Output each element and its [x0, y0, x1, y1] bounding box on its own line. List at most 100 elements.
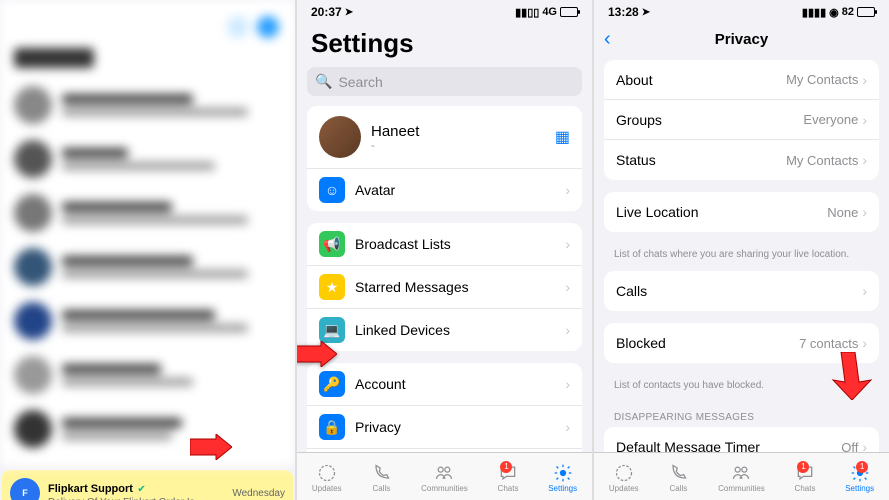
- privacy-label: Privacy: [355, 419, 565, 435]
- phone-settings: 20:37 ➤ ▮▮▯▯ 4G Settings 🔍 Search Haneet…: [296, 0, 593, 500]
- nav-title: Privacy: [715, 31, 768, 48]
- tab-calls[interactable]: Calls: [371, 463, 391, 493]
- chevron-icon: ›: [565, 236, 570, 252]
- chevron-icon: ›: [862, 72, 867, 88]
- chats-row[interactable]: 💬Chats1›: [307, 449, 582, 452]
- starred-label: Starred Messages: [355, 279, 565, 295]
- battery-icon: [857, 7, 875, 17]
- network-label: 4G: [542, 6, 557, 18]
- chevron-icon: ›: [862, 283, 867, 299]
- tab-chats-badge: 1: [500, 461, 512, 473]
- chevron-icon: ›: [565, 419, 570, 435]
- privacy-scroll[interactable]: AboutMy Contacts› GroupsEveryone › Status…: [594, 56, 889, 452]
- broadcast-icon: 📢: [319, 231, 345, 257]
- qr-icon[interactable]: ▦: [555, 127, 570, 147]
- chevron-icon: ›: [565, 376, 570, 392]
- tab-label: Updates: [312, 484, 342, 493]
- groups-label: Groups: [616, 112, 803, 128]
- search-icon: 🔍: [315, 73, 332, 90]
- privacy-row[interactable]: 🔒Privacy›: [307, 406, 582, 449]
- wifi-icon: ◉: [829, 6, 839, 19]
- battery-icon: [560, 7, 578, 17]
- blocked-label: Blocked: [616, 335, 799, 351]
- tab-communities[interactable]: Communities: [718, 463, 765, 493]
- starred-row[interactable]: ★ Starred Messages›: [307, 266, 582, 309]
- avatar-icon: ☺: [319, 177, 345, 203]
- chevron-icon: ›: [565, 279, 570, 295]
- status-time: 13:28: [608, 5, 639, 19]
- star-icon: ★: [319, 274, 345, 300]
- blocked-value: 7 contacts: [799, 336, 858, 351]
- phone-privacy: 13:28 ➤ ▮▮▮▮ ◉ 82 ‹ Privacy AboutMy Cont…: [593, 0, 889, 500]
- tab-communities[interactable]: Communities: [421, 463, 468, 493]
- blocked-row[interactable]: Blocked7 contacts ›: [604, 323, 879, 363]
- live-location-footer: List of chats where you are sharing your…: [594, 244, 889, 271]
- tab-label: Updates: [609, 484, 639, 493]
- linked-label: Linked Devices: [355, 322, 565, 338]
- groups-value: Everyone: [803, 112, 858, 127]
- tab-updates[interactable]: Updates: [609, 463, 639, 493]
- status-time: 20:37: [311, 5, 342, 19]
- tab-label: Communities: [421, 484, 468, 493]
- broadcast-label: Broadcast Lists: [355, 236, 565, 252]
- profile-row[interactable]: Haneet - ▦: [307, 106, 582, 169]
- avatar-row[interactable]: ☺ Avatar ›: [307, 169, 582, 211]
- disappearing-header: DISAPPEARING MESSAGES: [594, 402, 889, 427]
- timer-label: Default Message Timer: [616, 439, 841, 452]
- tab-label: Settings: [548, 484, 577, 493]
- chevron-icon: ›: [565, 322, 570, 338]
- linked-row[interactable]: 💻Linked Devices›: [307, 309, 582, 351]
- chevron-icon: ›: [862, 439, 867, 452]
- tab-chats-badge: 1: [797, 461, 809, 473]
- status-bar: 20:37 ➤ ▮▮▯▯ 4G: [297, 0, 592, 22]
- nav-header: ‹ Privacy: [594, 22, 889, 56]
- groups-row[interactable]: GroupsEveryone ›: [604, 100, 879, 140]
- tab-label: Settings: [845, 484, 874, 493]
- location-icon: ➤: [345, 7, 353, 18]
- flipkart-subtitle: Delivery Of Your Flipkart Order Is...: [48, 497, 224, 500]
- live-location-label: Live Location: [616, 204, 827, 220]
- flipkart-support-card[interactable]: F Flipkart Support ✔ Delivery Of Your Fl…: [2, 470, 293, 500]
- chevron-icon: ›: [862, 335, 867, 351]
- settings-scroll[interactable]: Settings 🔍 Search Haneet - ▦ ☺ Avatar: [297, 22, 592, 452]
- profile-sub: -: [371, 140, 555, 152]
- broadcast-row[interactable]: 📢 Broadcast Lists›: [307, 223, 582, 266]
- tab-chats[interactable]: Chats 1: [795, 463, 816, 493]
- account-row[interactable]: 🔑Account›: [307, 363, 582, 406]
- about-label: About: [616, 72, 786, 88]
- tab-bar: Updates Calls Communities Chats 1 Setting…: [297, 452, 592, 500]
- tab-calls[interactable]: Calls: [668, 463, 688, 493]
- signal-icon: ▮▮▯▯: [515, 6, 539, 19]
- search-placeholder: Search: [338, 74, 382, 90]
- chevron-icon: ›: [862, 112, 867, 128]
- calls-label: Calls: [616, 283, 862, 299]
- back-button[interactable]: ‹: [604, 28, 611, 51]
- tab-chats[interactable]: Chats 1: [498, 463, 519, 493]
- chevron-icon: ›: [862, 204, 867, 220]
- flipkart-title: Flipkart Support: [48, 483, 133, 495]
- about-row[interactable]: AboutMy Contacts›: [604, 60, 879, 100]
- tab-label: Chats: [795, 484, 816, 493]
- signal-icon: ▮▮▮▮: [802, 6, 826, 19]
- tab-settings[interactable]: Settings1: [845, 463, 874, 493]
- chevron-icon: ›: [862, 152, 867, 168]
- profile-avatar: [319, 116, 361, 158]
- default-timer-row[interactable]: Default Message TimerOff›: [604, 427, 879, 452]
- blocked-footer: List of contacts you have blocked.: [594, 375, 889, 402]
- live-location-value: None: [827, 205, 858, 220]
- battery-percent: 82: [842, 6, 854, 18]
- calls-row[interactable]: Calls›: [604, 271, 879, 311]
- search-input[interactable]: 🔍 Search: [307, 67, 582, 96]
- location-icon: ➤: [642, 7, 650, 18]
- tab-updates[interactable]: Updates: [312, 463, 342, 493]
- tab-settings[interactable]: Settings: [548, 463, 577, 493]
- avatar-label: Avatar: [355, 182, 565, 198]
- verified-icon: ✔: [137, 484, 145, 495]
- tab-label: Chats: [498, 484, 519, 493]
- live-location-row[interactable]: Live LocationNone ›: [604, 192, 879, 232]
- status-row[interactable]: StatusMy Contacts›: [604, 140, 879, 180]
- page-title: Settings: [297, 22, 592, 67]
- flipkart-day: Wednesday: [232, 488, 285, 499]
- tab-bar: Updates Calls Communities Chats 1 Setting…: [594, 452, 889, 500]
- flipkart-icon: F: [10, 478, 40, 500]
